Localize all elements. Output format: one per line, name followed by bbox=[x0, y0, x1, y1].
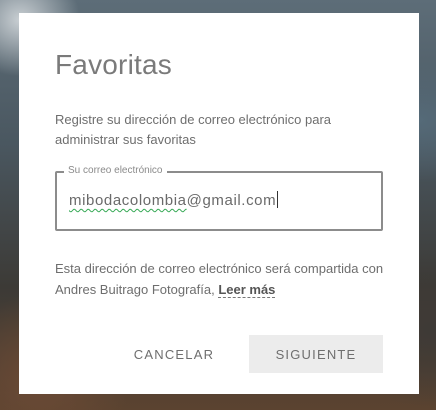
cancel-button[interactable]: CANCELAR bbox=[119, 335, 229, 373]
favorites-dialog: Favoritas Registre su dirección de corre… bbox=[19, 13, 419, 394]
dialog-description: Registre su dirección de correo electrón… bbox=[55, 112, 332, 147]
sharing-notice: Esta dirección de correo electrónico ser… bbox=[55, 258, 385, 300]
email-input[interactable]: mibodacolombia@gmail.com bbox=[69, 191, 369, 213]
email-value-misspelled: mibodacolombia bbox=[69, 192, 187, 209]
email-value-domain: @gmail.com bbox=[186, 192, 277, 209]
email-field-label: Su correo electrónico bbox=[64, 164, 167, 178]
read-more-link[interactable]: Leer más bbox=[218, 282, 276, 298]
next-button[interactable]: SIGUIENTE bbox=[249, 335, 383, 373]
text-caret bbox=[277, 191, 279, 208]
email-field[interactable]: Su correo electrónico mibodacolombia@gma… bbox=[55, 164, 383, 231]
dialog-title: Favoritas bbox=[55, 49, 172, 80]
